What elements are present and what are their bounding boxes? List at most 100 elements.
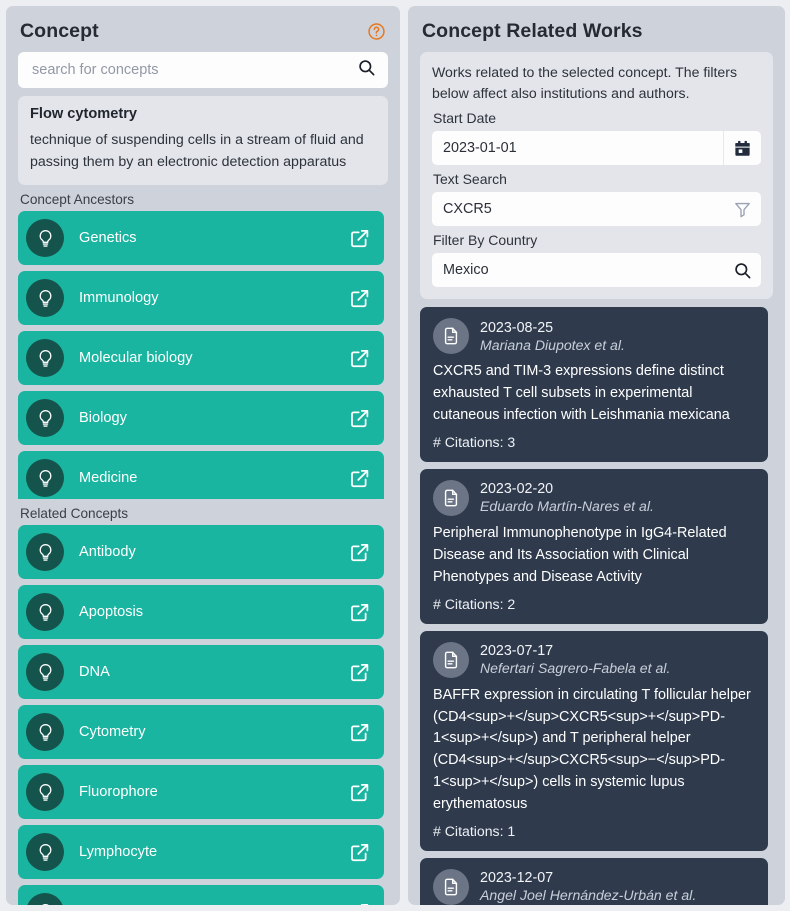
concept-card-label: Biology [79,410,127,427]
related-concepts-list[interactable]: Antibody Apoptosis DNA Cytometry Fluorophore… [18,525,388,905]
external-link-icon[interactable] [349,228,370,249]
external-link-icon[interactable] [349,542,370,563]
external-link-icon[interactable] [349,408,370,429]
document-icon [433,868,469,905]
concept-card-label: Medicine [79,470,138,487]
work-card[interactable]: 2023-02-20 Eduardo Martín-Nares et al. Per… [420,468,768,624]
work-card[interactable]: 2023-08-25 Mariana Diupotex et al. CXCR5 a… [420,307,768,462]
lightbulb-icon [26,773,64,812]
search-input[interactable] [32,62,357,78]
work-title: Peripheral Immunophenotype in IgG4-Relat… [433,524,727,585]
concept-card[interactable]: Genetics [18,211,384,266]
concept-card-label: Immunology [79,290,159,307]
external-link-icon[interactable] [349,602,370,623]
lightbulb-icon [26,653,64,692]
start-date-label: Start Date [433,110,497,127]
work-card[interactable]: 2023-12-07 Angel Joel Hernández-Urbán et … [420,857,768,905]
concept-card-label: Molecular biology [79,350,193,367]
work-authors: Angel Joel Hernández-Urbán et al. [480,887,697,904]
concept-card[interactable]: Apoptosis [18,585,384,640]
search-icon[interactable] [723,253,761,287]
document-icon [433,479,469,516]
lightbulb-icon [26,593,64,632]
external-link-icon[interactable] [349,722,370,743]
help-circle-icon[interactable] [367,22,386,41]
concept-card[interactable]: Antibody [18,525,384,580]
work-card-header: 2023-08-25 Mariana Diupotex et al. [433,318,755,355]
concept-card-label: Genetics [79,230,137,247]
text-search-input[interactable] [432,192,723,227]
work-authors: Nefertari Sagrero-Fabela et al. [480,660,671,677]
works-panel-title: Concept Related Works [422,20,643,42]
concept-card[interactable]: Lymphocyte [18,825,384,880]
work-meta: 2023-07-17 Nefertari Sagrero-Fabela et al… [480,643,670,676]
external-link-icon[interactable] [349,468,370,489]
work-card-header: 2023-07-17 Nefertari Sagrero-Fabela et al… [433,641,755,678]
work-meta: 2023-08-25 Mariana Diupotex et al. [480,320,625,353]
concept-card-label: Apoptosis [79,604,144,621]
concept-card[interactable]: Immunology [18,271,384,326]
start-date-field[interactable] [432,131,761,166]
external-link-icon[interactable] [349,288,370,309]
external-link-icon[interactable] [349,842,370,863]
concept-ancestors-label: Concept Ancestors [20,192,135,208]
concept-panel-header: Concept [18,16,388,52]
calendar-icon[interactable] [723,131,761,166]
works-panel-header: Concept Related Works [420,16,773,52]
concept-card[interactable]: Medicine [18,451,384,500]
external-link-icon[interactable] [349,348,370,369]
concept-card-label: DNA [79,664,110,681]
lightbulb-icon [26,533,64,572]
country-filter-input[interactable] [432,253,723,288]
work-date: 2023-08-25 [480,319,554,336]
work-title: CXCR5 and TIM-3 expressions define disti… [433,363,730,424]
concept-card-label: Lymphocyte [79,844,158,861]
related-works-panel: Concept Related Works Works related to t… [408,6,785,905]
work-date: 2023-12-07 [480,870,554,887]
external-link-icon[interactable] [349,902,370,905]
external-link-icon[interactable] [349,662,370,683]
document-icon [433,318,469,355]
concept-card[interactable]: DNA [18,645,384,700]
works-list[interactable]: 2023-08-25 Mariana Diupotex et al. CXCR5 a… [420,307,773,905]
concept-card-label: Pathology [79,904,349,905]
search-icon[interactable] [357,58,376,82]
concept-ancestors-list[interactable]: Genetics Immunology Molecular biology Biolo… [18,211,388,500]
work-authors: Eduardo Martín-Nares et al. [480,498,654,515]
work-meta: 2023-02-20 Eduardo Martín-Nares et al. [480,481,654,514]
lightbulb-icon [26,339,64,378]
selected-concept-card: Flow cytometry technique of suspending c… [18,96,388,186]
work-citations: # Citations: 1 [433,822,516,839]
concept-search-box[interactable] [18,52,388,88]
work-title: BAFFR expression in circulating T follic… [433,686,751,813]
work-meta: 2023-12-07 Angel Joel Hernández-Urbán et … [480,870,696,903]
work-date: 2023-02-20 [480,481,554,498]
country-filter-label: Filter By Country [433,232,538,249]
work-date: 2023-07-17 [480,643,554,660]
filter-funnel-icon[interactable] [723,192,761,226]
lightbulb-icon [26,399,64,438]
concept-card-label: Fluorophore [79,784,158,801]
country-filter-field[interactable] [432,253,761,288]
related-concepts-label: Related Concepts [20,506,129,522]
lightbulb-icon [26,713,64,752]
concept-card[interactable]: Biology [18,391,384,446]
text-search-field[interactable] [432,192,761,227]
lightbulb-icon [26,459,64,498]
concept-card[interactable]: Pathology [18,885,384,905]
lightbulb-icon [26,833,64,872]
work-authors: Mariana Diupotex et al. [480,336,625,353]
concept-card-label: Cytometry [79,724,146,741]
concept-card[interactable]: Cytometry [18,705,384,760]
concept-card[interactable]: Fluorophore [18,765,384,820]
selected-concept-name: Flow cytometry [30,106,138,122]
lightbulb-icon [26,279,64,318]
concept-card[interactable]: Molecular biology [18,331,384,386]
external-link-icon[interactable] [349,782,370,803]
concept-panel: Concept Flow cytometry technique of susp [6,6,400,905]
page-title: Concept [20,20,99,42]
work-card-header: 2023-12-07 Angel Joel Hernández-Urbán et … [433,868,755,905]
start-date-input[interactable] [432,131,723,166]
app-root: Concept Flow cytometry technique of susp [0,0,790,911]
work-card[interactable]: 2023-07-17 Nefertari Sagrero-Fabela et al… [420,630,768,851]
